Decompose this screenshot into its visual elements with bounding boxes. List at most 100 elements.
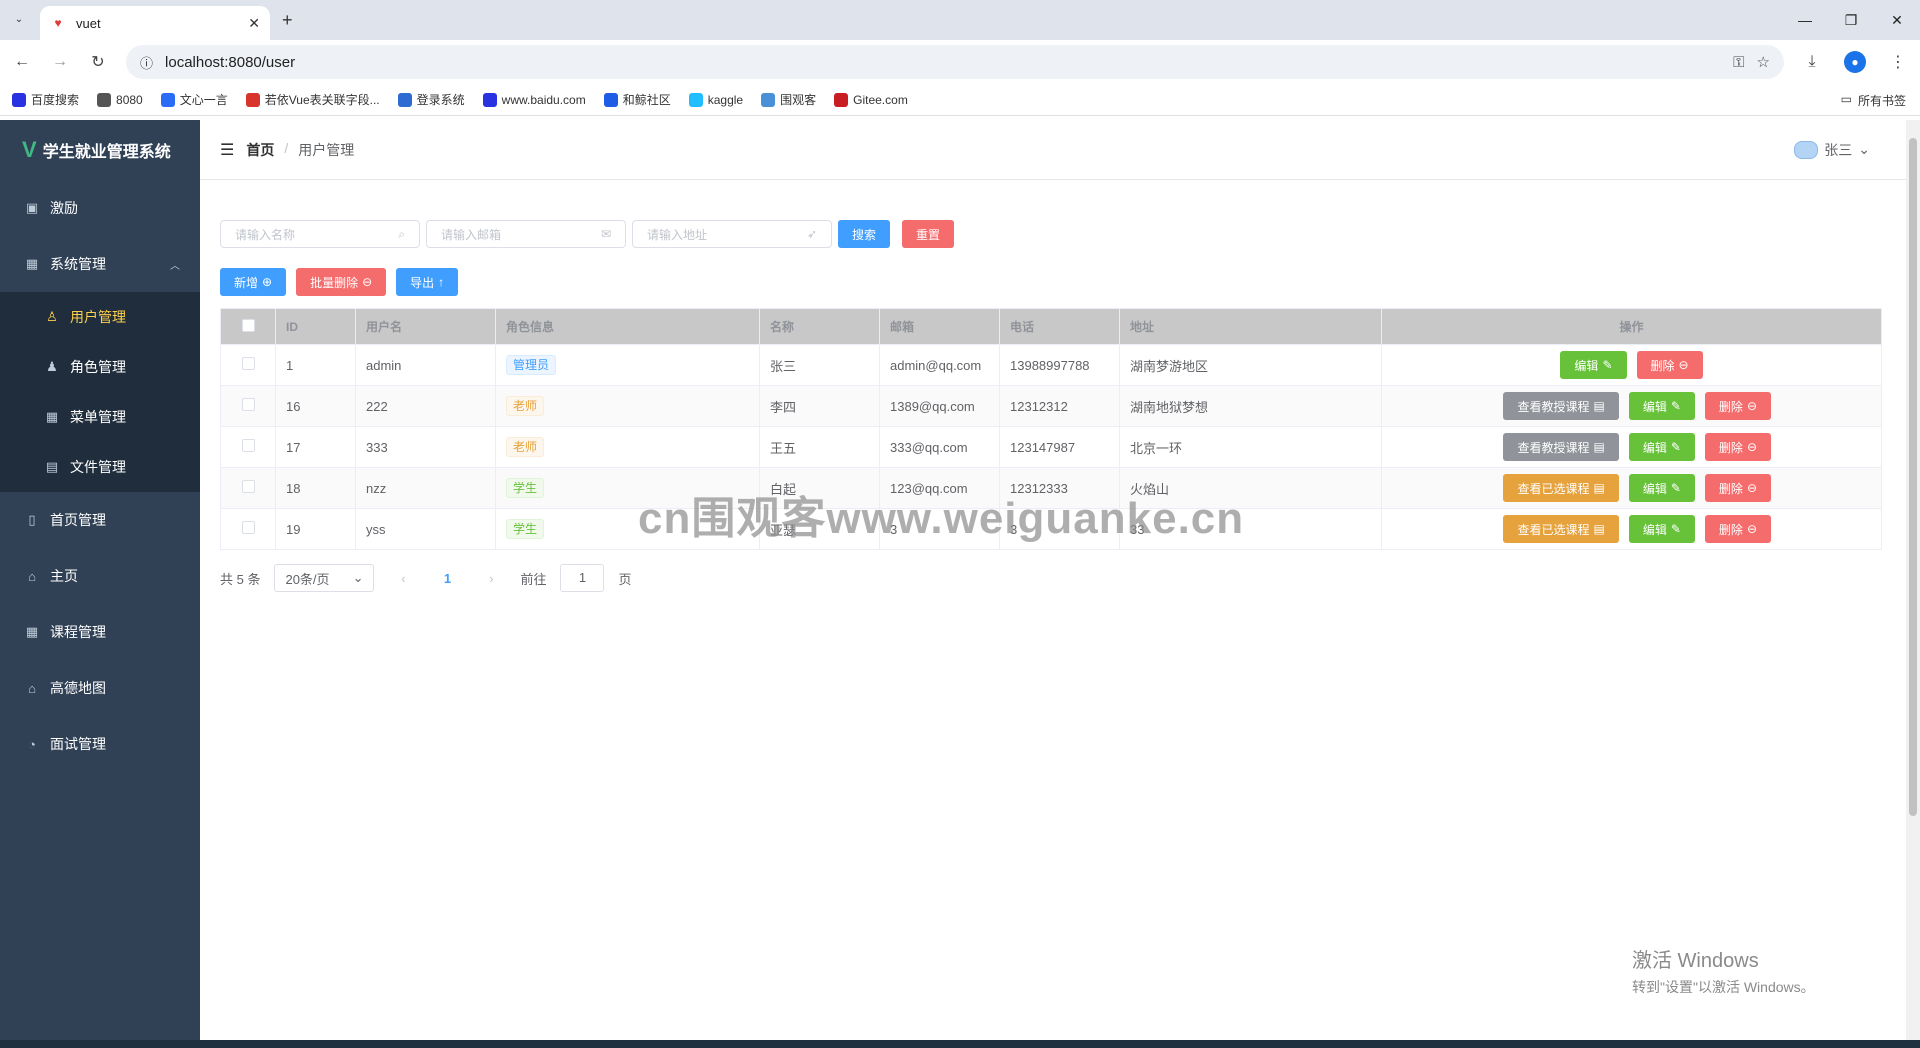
goto-page-input[interactable]: 1: [560, 564, 605, 592]
edit-button[interactable]: 编辑 ✎: [1628, 474, 1695, 502]
activate-title: 激活 Windows: [1632, 950, 1759, 972]
export-button[interactable]: 导出 ↑: [396, 268, 459, 296]
bookmark-item[interactable]: 和鲸社区: [603, 91, 671, 108]
bookmark-item[interactable]: 围观客: [761, 91, 816, 108]
add-button[interactable]: 新增 ⊕: [220, 268, 287, 296]
edit-button[interactable]: 编辑 ✎: [1628, 515, 1695, 543]
reset-button[interactable]: 重置: [902, 220, 955, 248]
row-checkbox[interactable]: [241, 439, 255, 452]
row-checkbox[interactable]: [241, 521, 255, 534]
bookmark-item[interactable]: Gitee.com: [834, 92, 908, 107]
select-all-cell: [220, 308, 276, 345]
page-header: ☰ 首页 / 用户管理 张三 ⌄: [200, 120, 1920, 180]
column-header: 邮箱: [879, 308, 1000, 345]
close-window-button[interactable]: ✕: [1874, 0, 1920, 40]
reload-button[interactable]: ↻: [88, 52, 108, 72]
sidebar-item-homepage-mgmt[interactable]: ▯ 首页管理: [0, 492, 200, 548]
scrollbar[interactable]: [1906, 120, 1920, 1040]
delete-label: 删除: [1718, 481, 1743, 496]
view-courses-button[interactable]: 查看教授课程 ▤: [1503, 433, 1619, 461]
address-bar[interactable]: ⓘ localhost:8080/user ⚿ ☆: [126, 45, 1784, 79]
batch-delete-button[interactable]: 批量删除 ⊖: [296, 268, 387, 296]
edit-button[interactable]: 编辑 ✎: [1628, 433, 1695, 461]
name-search-input[interactable]: 请输入名称 ⌕: [220, 220, 420, 248]
sidebar-item-map[interactable]: ⌂ 高德地图: [0, 660, 200, 716]
email-search-input[interactable]: 请输入邮箱 ✉: [426, 220, 626, 248]
scrollbar-thumb[interactable]: [1909, 138, 1917, 816]
goto-prefix: 前往: [520, 571, 547, 587]
delete-button[interactable]: 删除 ⊖: [1704, 515, 1771, 543]
cell-actions: 查看已选课程 ▤ 编辑 ✎ 删除 ⊖: [1381, 508, 1882, 550]
sidebar-item-menus[interactable]: ▦ 菜单管理: [0, 392, 200, 442]
row-checkbox[interactable]: [241, 480, 255, 493]
view-courses-button[interactable]: 查看已选课程 ▤: [1503, 474, 1619, 502]
bookmark-star-icon[interactable]: ☆: [1757, 53, 1770, 71]
prev-page-icon[interactable]: ‹: [388, 571, 418, 586]
next-page-icon[interactable]: ›: [476, 571, 506, 586]
breadcrumb-home[interactable]: 首页: [246, 140, 274, 160]
profile-avatar-icon[interactable]: ●: [1844, 51, 1866, 73]
tab-search-button[interactable]: ⌄: [8, 8, 30, 30]
bookmark-item[interactable]: www.baidu.com: [482, 92, 586, 107]
bookmark-item[interactable]: 百度搜索: [12, 91, 79, 108]
sidebar-item-roles[interactable]: ♟ 角色管理: [0, 342, 200, 392]
sidebar-item-system[interactable]: ▦ 系统管理 ︿: [0, 236, 200, 292]
sidebar: V 学生就业管理系统 ▣ 激励 ▦ 系统管理 ︿ ♙ 用户管理 ♟ 角色管理 ▦…: [0, 120, 200, 1040]
user-dropdown[interactable]: 张三 ⌄: [1794, 140, 1870, 160]
new-tab-button[interactable]: +: [282, 10, 293, 31]
all-bookmarks[interactable]: ▭ 所有书签: [1841, 92, 1906, 109]
delete-button[interactable]: 删除 ⊖: [1636, 351, 1703, 379]
bookmark-item[interactable]: kaggle: [688, 92, 743, 107]
sidebar-item-interview[interactable]: ◔ 面试管理: [0, 716, 200, 772]
sidebar-item-label: 首页管理: [50, 512, 106, 528]
edit-button[interactable]: 编辑 ✎: [1628, 392, 1695, 420]
bookmark-item[interactable]: 登录系统: [397, 91, 465, 108]
url-text[interactable]: localhost:8080/user: [165, 54, 1721, 71]
pencil-icon: ✎: [1670, 440, 1681, 454]
site-info-icon[interactable]: ⓘ: [140, 53, 153, 72]
page-number[interactable]: 1: [432, 571, 462, 586]
edit-label: 编辑: [1574, 358, 1599, 373]
minimize-button[interactable]: —: [1782, 0, 1828, 40]
sidebar-item-files[interactable]: ▤ 文件管理: [0, 442, 200, 492]
browser-tab[interactable]: ♥ vuet ✕: [40, 6, 270, 40]
sidebar-item-courses[interactable]: ▦ 课程管理: [0, 604, 200, 660]
table-row: 16 222 老师 李四 1389@qq.com 12312312 湖南地狱梦想…: [220, 385, 1882, 427]
row-checkbox[interactable]: [241, 398, 255, 411]
pagination: 共 5 条 20条/页 ⌄ ‹ 1 › 前往 1 页: [220, 564, 1900, 592]
weiguanke-icon: [761, 92, 776, 107]
bookmark-item[interactable]: 文心一言: [160, 91, 228, 108]
bookmark-item[interactable]: 若依Vue表关联字段...: [245, 91, 380, 108]
row-checkbox[interactable]: [241, 357, 255, 370]
cell-username: nzz: [355, 467, 496, 509]
bookmark-item[interactable]: 8080: [97, 92, 143, 107]
view-courses-button[interactable]: 查看已选课程 ▤: [1503, 515, 1619, 543]
delete-button[interactable]: 删除 ⊖: [1704, 392, 1771, 420]
sidebar-item-users[interactable]: ♙ 用户管理: [0, 292, 200, 342]
address-search-input[interactable]: 请输入地址 ➶: [632, 220, 832, 248]
restore-button[interactable]: ❐: [1828, 0, 1874, 40]
sidebar-item-incentive[interactable]: ▣ 激励: [0, 180, 200, 236]
chart-icon: ▣: [25, 200, 39, 215]
browser-tab-strip: ⌄ ♥ vuet ✕ + — ❐ ✕: [0, 0, 1920, 40]
download-icon[interactable]: ⤓: [1802, 53, 1822, 71]
delete-button[interactable]: 删除 ⊖: [1704, 474, 1771, 502]
cell-role: 管理员: [495, 344, 760, 386]
sidebar-item-home[interactable]: ⌂ 主页: [0, 548, 200, 604]
password-key-icon[interactable]: ⚿: [1733, 54, 1744, 71]
forward-button[interactable]: →: [50, 53, 70, 71]
back-button[interactable]: ←: [12, 53, 32, 71]
search-button[interactable]: 搜索: [838, 220, 891, 248]
sidebar-item-label: 菜单管理: [70, 409, 126, 425]
collapse-menu-icon[interactable]: ☰: [220, 140, 234, 160]
view-courses-button[interactable]: 查看教授课程 ▤: [1503, 392, 1619, 420]
select-all-checkbox[interactable]: [241, 318, 255, 332]
bookmark-label: 百度搜索: [31, 93, 80, 107]
taskbar: [0, 1040, 1920, 1048]
delete-button[interactable]: 删除 ⊖: [1704, 433, 1771, 461]
cell-address: 北京一环: [1119, 426, 1382, 468]
close-tab-icon[interactable]: ✕: [248, 15, 260, 32]
page-size-select[interactable]: 20条/页 ⌄: [274, 564, 375, 592]
more-menu-icon[interactable]: ⋮: [1888, 52, 1908, 72]
edit-button[interactable]: 编辑 ✎: [1560, 351, 1627, 379]
